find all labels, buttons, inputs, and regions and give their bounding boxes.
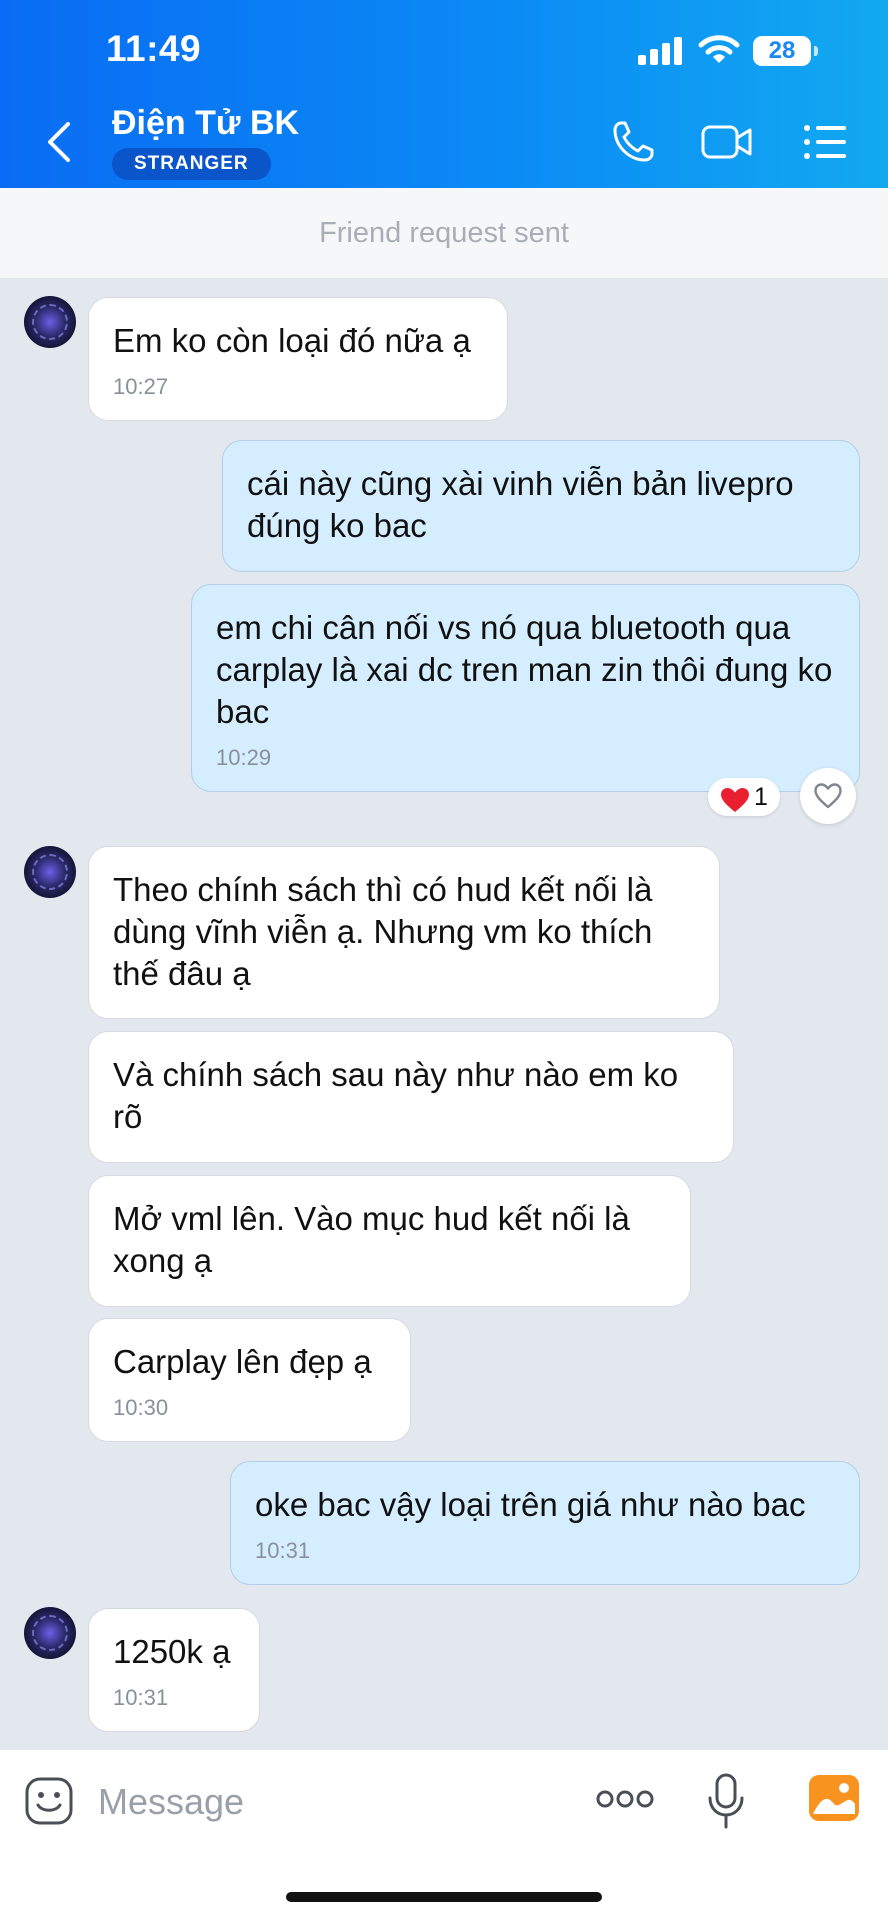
react-button[interactable] [800, 768, 856, 824]
message-bubble-outgoing[interactable]: oke bac vậy loại trên giá như nào bac 10… [230, 1461, 860, 1585]
message-bubble-incoming[interactable]: Em ko còn loại đó nữa ạ 10:27 [88, 297, 508, 421]
message-time: 10:30 [113, 1395, 169, 1420]
phone-icon[interactable] [610, 119, 656, 165]
message-bubble-outgoing[interactable]: em chi cân nối vs nó qua bluetooth qua c… [191, 584, 860, 792]
heart-icon [721, 788, 749, 812]
message-input[interactable] [98, 1780, 558, 1824]
contact-avatar[interactable] [24, 1607, 76, 1659]
status-time: 11:49 [106, 28, 202, 69]
reaction-summary[interactable]: 1 [708, 778, 780, 816]
image-gallery-icon[interactable] [808, 1774, 860, 1822]
message-bubble-incoming[interactable]: 1250k ạ 10:31 [88, 1608, 260, 1732]
message-text: 1250k ạ [113, 1633, 231, 1670]
wifi-icon [698, 35, 740, 63]
contact-avatar[interactable] [24, 846, 76, 898]
message-bubble-outgoing[interactable]: cái này cũng xài vinh viễn bản livepro đ… [222, 440, 860, 572]
message-time: 10:31 [113, 1685, 169, 1710]
message-text: Mở vml lên. Vào mục hud kết nối là xong … [113, 1200, 630, 1279]
message-bubble-incoming[interactable]: Mở vml lên. Vào mục hud kết nối là xong … [88, 1175, 691, 1307]
stranger-badge: STRANGER [112, 148, 271, 180]
contact-avatar[interactable] [24, 296, 76, 348]
message-time: 10:27 [113, 374, 169, 399]
message-text: Em ko còn loại đó nữa ạ [113, 322, 471, 359]
menu-list-icon[interactable] [802, 119, 848, 165]
message-bubble-incoming[interactable]: Theo chính sách thì có hud kết nối là dù… [88, 846, 720, 1019]
message-bubble-incoming[interactable]: Và chính sách sau này như nào em ko rõ [88, 1031, 734, 1163]
message-time: 10:29 [216, 745, 272, 770]
cellular-signal-icon [638, 37, 684, 65]
message-text: oke bac vậy loại trên giá như nào bac [255, 1486, 806, 1523]
message-text: em chi cân nối vs nó qua bluetooth qua c… [216, 609, 833, 730]
reaction-count: 1 [754, 783, 768, 811]
contact-name[interactable]: Điện Tử BK [112, 104, 299, 143]
heart-outline-icon [814, 783, 842, 809]
message-bubble-incoming[interactable]: Carplay lên đẹp ạ 10:30 [88, 1318, 411, 1442]
message-text: Và chính sách sau này như nào em ko rõ [113, 1056, 679, 1135]
message-text: cái này cũng xài vinh viễn bản livepro đ… [247, 465, 794, 544]
video-call-icon[interactable] [700, 119, 754, 165]
message-time: 10:31 [255, 1538, 311, 1563]
battery-indicator: 28 [753, 36, 818, 66]
sticker-icon[interactable] [24, 1776, 74, 1826]
message-text: Carplay lên đẹp ạ [113, 1343, 372, 1380]
microphone-icon[interactable] [706, 1772, 746, 1832]
home-indicator[interactable] [286, 1892, 602, 1902]
message-text: Theo chính sách thì có hud kết nối là dù… [113, 871, 653, 992]
friend-request-banner: Friend request sent [0, 188, 888, 278]
back-icon[interactable] [40, 118, 80, 166]
chat-header: 11:49 28 Điện Tử BK STRANGER [0, 0, 888, 188]
more-options-icon[interactable] [596, 1788, 654, 1810]
